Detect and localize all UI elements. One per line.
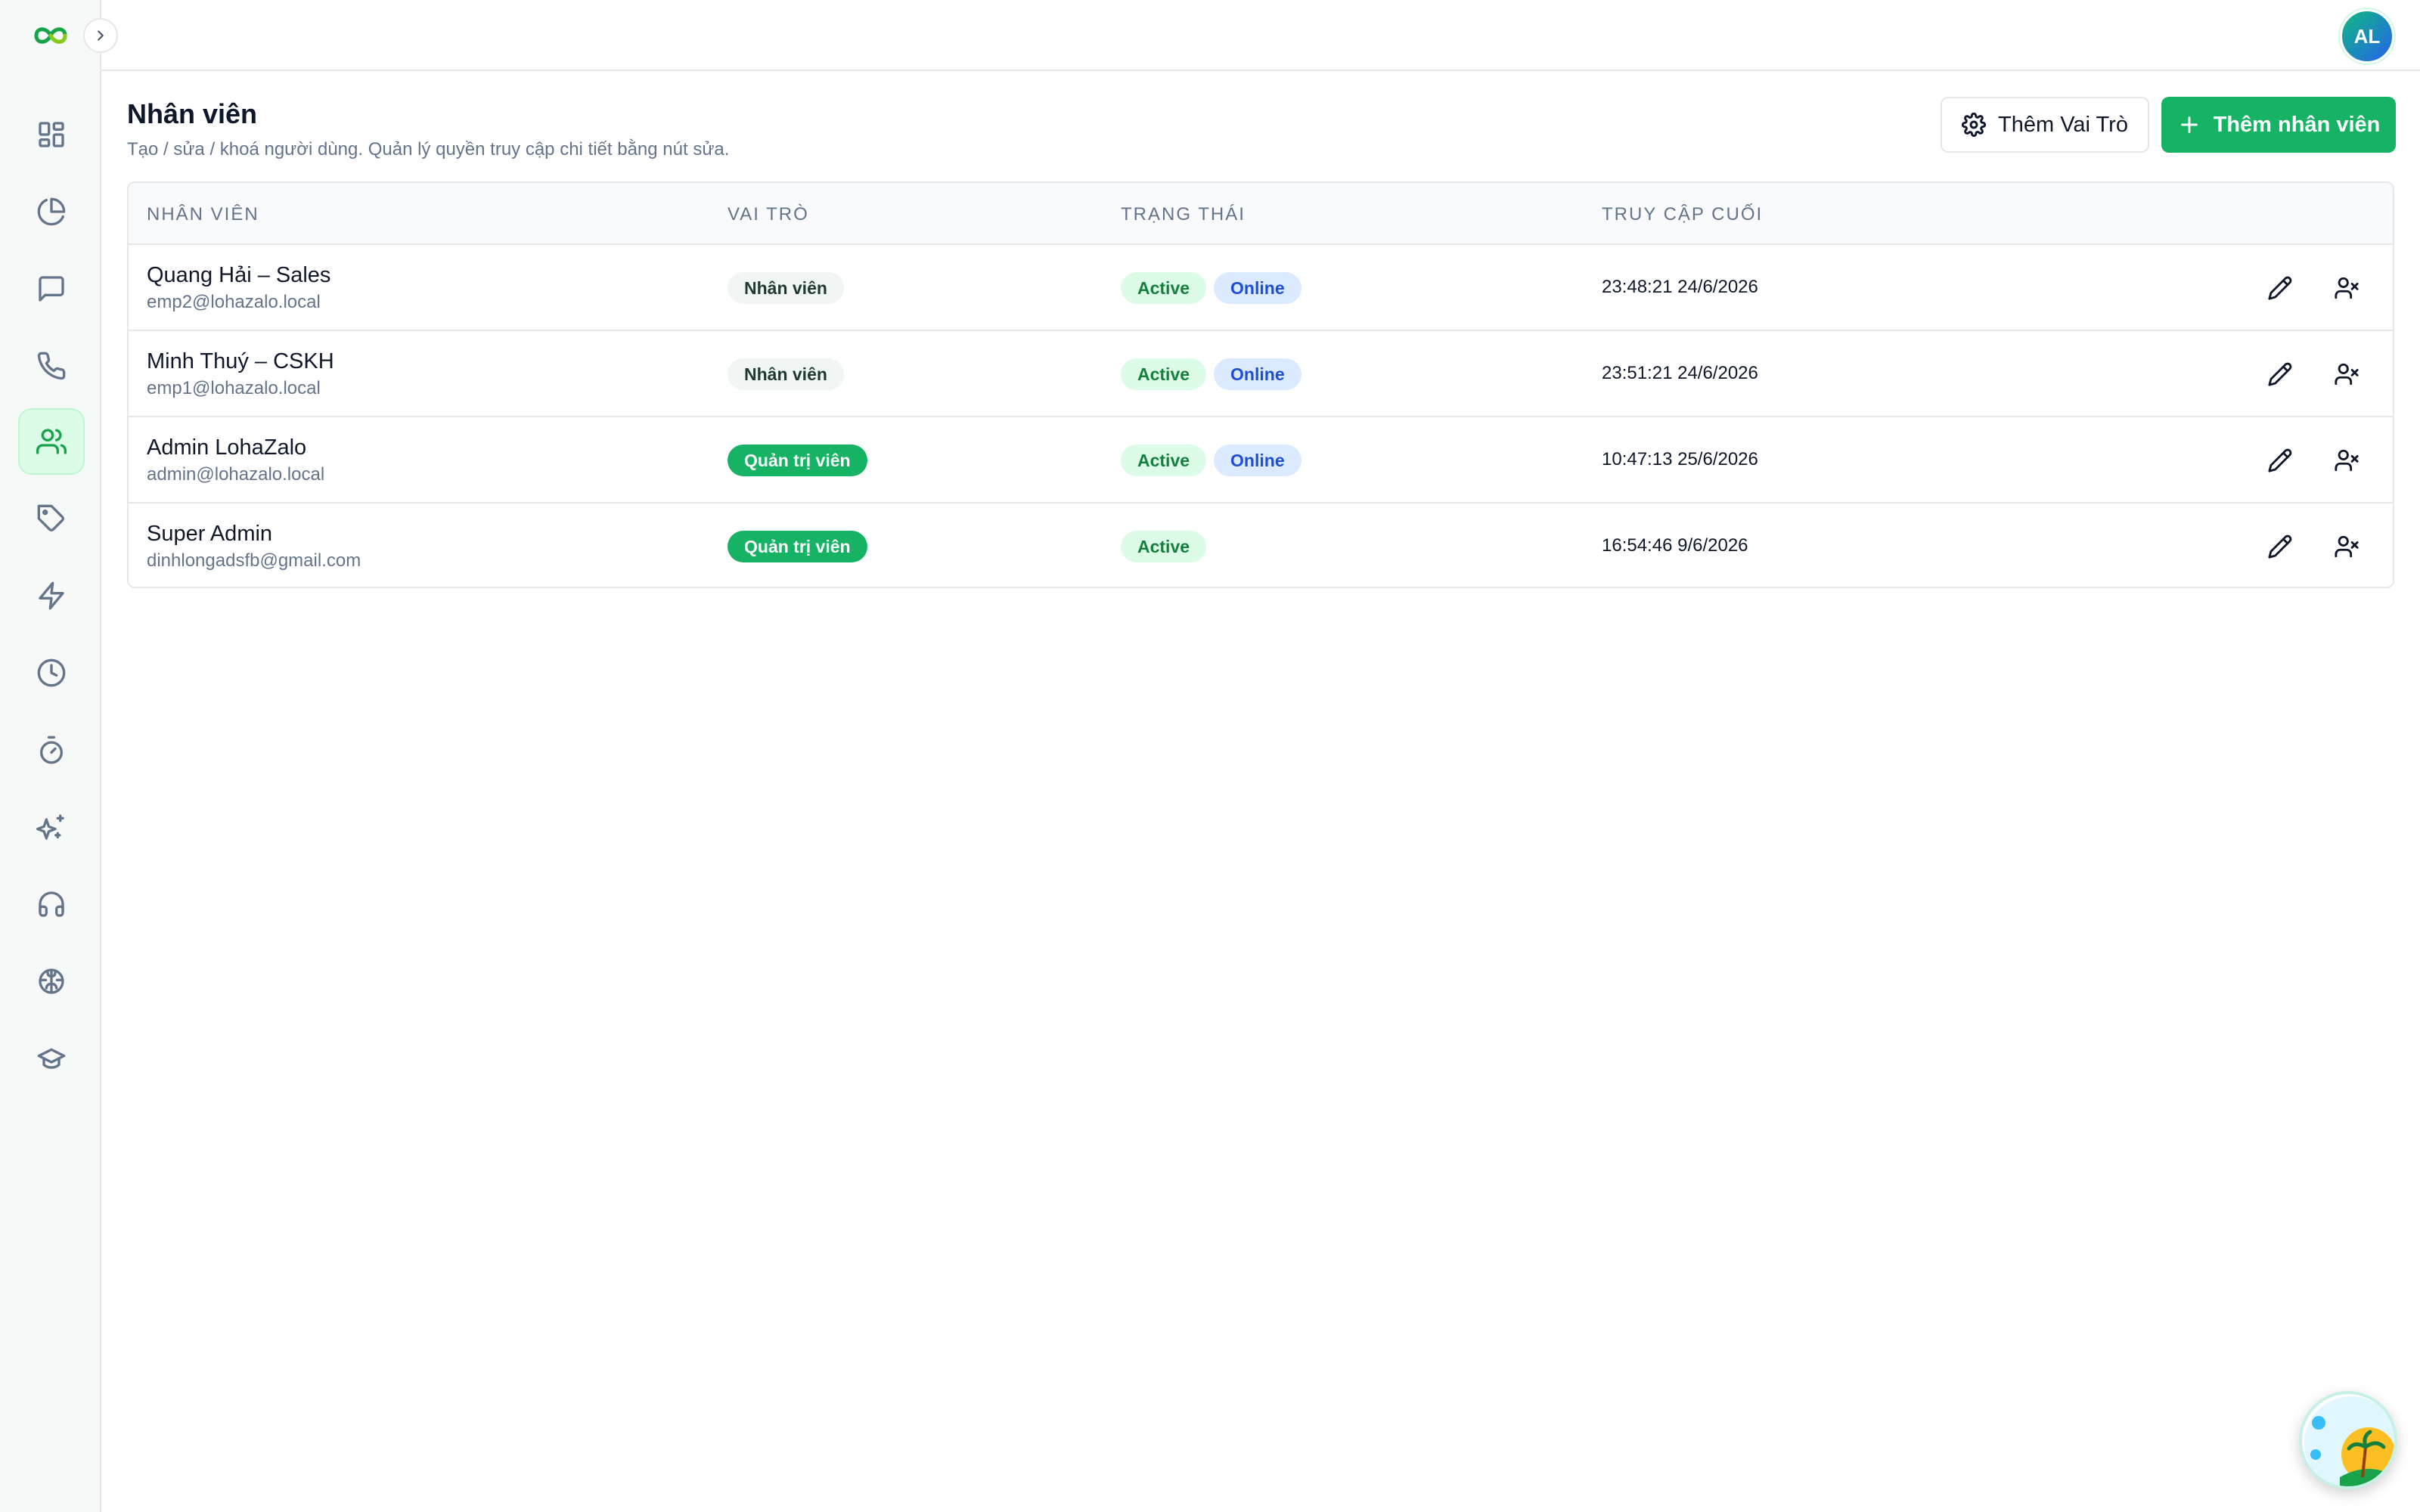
edit-button[interactable] xyxy=(2261,528,2299,565)
disable-user-button[interactable] xyxy=(2328,528,2366,565)
sidebar-item-ai[interactable] xyxy=(18,794,85,860)
top-bar: AL xyxy=(0,0,2420,71)
last-access-time: 23:48:21 24/6/2026 xyxy=(1602,277,1758,297)
table-header: NHÂN VIÊN VAI TRÒ TRẠNG THÁI TRUY CẬP CU… xyxy=(129,183,2393,245)
timer-icon xyxy=(40,736,63,764)
employee-email: emp1@lohazalo.local xyxy=(147,378,321,398)
status-badge: Active xyxy=(1121,358,1207,390)
clock-icon xyxy=(37,658,66,687)
column-header-status: TRẠNG THÁI xyxy=(1121,204,1246,225)
gear-icon xyxy=(1962,113,1987,137)
role-badge: Quản trị viên xyxy=(728,531,867,562)
brain-icon xyxy=(39,968,64,994)
table-row: Minh Thuý – CSKH emp1@lohazalo.local Nhâ… xyxy=(129,331,2393,417)
presence-badge: Online xyxy=(1214,272,1302,304)
chevron-right-icon xyxy=(98,30,104,41)
zap-icon xyxy=(39,581,64,610)
chat-icon xyxy=(39,276,64,302)
edit-button[interactable] xyxy=(2261,442,2299,479)
table-row: Quang Hải – Sales emp2@lohazalo.local Nh… xyxy=(129,245,2393,331)
role-badge: Nhân viên xyxy=(728,272,844,304)
disable-user-button[interactable] xyxy=(2328,355,2366,393)
column-header-role: VAI TRÒ xyxy=(728,204,809,225)
assistant-widget-button[interactable] xyxy=(2299,1391,2397,1489)
user-x-icon xyxy=(2335,363,2359,386)
page-title: Nhân viên xyxy=(127,98,258,129)
status-badge: Active xyxy=(1121,272,1207,304)
pie-chart-icon xyxy=(37,197,66,226)
dashboard-icon xyxy=(39,122,64,147)
edit-button[interactable] xyxy=(2261,269,2299,307)
sidebar-toggle-button[interactable] xyxy=(83,18,118,53)
pencil-icon xyxy=(2268,276,2292,300)
sidebar-item-training[interactable] xyxy=(18,1025,85,1092)
sidebar-item-support[interactable] xyxy=(18,871,85,937)
beach-scene-icon xyxy=(2304,1396,2394,1486)
graduation-cap-icon xyxy=(37,1048,66,1069)
column-header-last-access: TRUY CẬP CUỐI xyxy=(1602,204,1764,225)
employee-email: emp2@lohazalo.local xyxy=(147,292,321,312)
headphones-icon xyxy=(39,891,64,917)
page-subtitle: Tạo / sửa / khoá người dùng. Quản lý quy… xyxy=(127,139,730,160)
disable-user-button[interactable] xyxy=(2328,442,2366,479)
user-x-icon xyxy=(2335,277,2359,299)
tag-icon xyxy=(37,504,64,531)
sidebar-item-reports[interactable] xyxy=(18,178,85,245)
sparkles-icon xyxy=(36,814,64,840)
add-employee-button[interactable]: Thêm nhân viên xyxy=(2161,97,2396,153)
last-access-time: 16:54:46 9/6/2026 xyxy=(1602,535,1748,556)
edit-button[interactable] xyxy=(2261,355,2299,393)
sidebar xyxy=(0,71,101,1512)
sidebar-item-employees[interactable] xyxy=(18,408,85,475)
role-badge: Quản trị viên xyxy=(728,445,867,476)
status-badge: Active xyxy=(1121,531,1207,562)
sidebar-item-knowledge[interactable] xyxy=(18,948,85,1015)
users-icon xyxy=(36,429,67,454)
employee-name: Quang Hải – Sales xyxy=(147,263,331,287)
employees-table: NHÂN VIÊN VAI TRÒ TRẠNG THÁI TRUY CẬP CU… xyxy=(127,181,2394,588)
plus-icon xyxy=(2180,116,2198,133)
user-x-icon xyxy=(2335,449,2359,472)
infinity-logo-icon[interactable] xyxy=(30,21,71,50)
pencil-icon xyxy=(2268,534,2292,559)
status-badges: Active xyxy=(1121,531,1207,562)
pencil-icon xyxy=(2268,448,2292,472)
user-avatar[interactable]: AL xyxy=(2340,9,2394,64)
column-header-employee: NHÂN VIÊN xyxy=(147,204,259,225)
sidebar-item-tags[interactable] xyxy=(18,485,85,552)
phone-icon xyxy=(37,352,66,380)
sidebar-item-dashboard[interactable] xyxy=(18,101,85,168)
last-access-time: 10:47:13 25/6/2026 xyxy=(1602,449,1758,469)
sidebar-item-timer[interactable] xyxy=(18,717,85,783)
employee-name: Admin LohaZalo xyxy=(147,435,307,460)
sidebar-item-calls[interactable] xyxy=(18,333,85,399)
sidebar-item-chat[interactable] xyxy=(18,256,85,322)
status-badge: Active xyxy=(1121,445,1207,476)
app-root: AL Nhân viên Tạo / sửa / khoá người dùng… xyxy=(0,0,2420,1512)
add-role-button[interactable]: Thêm Vai Trò xyxy=(1941,97,2149,153)
table-row: Super Admin dinhlongadsfb@gmail.com Quản… xyxy=(129,503,2393,587)
status-badges: Active Online xyxy=(1121,358,1302,390)
role-badge: Nhân viên xyxy=(728,358,844,390)
presence-badge: Online xyxy=(1214,358,1302,390)
sidebar-item-automation[interactable] xyxy=(18,562,85,629)
add-role-label: Thêm Vai Trò xyxy=(1998,112,2128,137)
table-row: Admin LohaZalo admin@lohazalo.local Quản… xyxy=(129,417,2393,503)
status-badges: Active Online xyxy=(1121,272,1302,304)
presence-badge: Online xyxy=(1214,445,1302,476)
employee-name: Super Admin xyxy=(147,522,273,546)
pencil-icon xyxy=(2268,362,2292,386)
user-x-icon xyxy=(2335,535,2359,558)
add-employee-label: Thêm nhân viên xyxy=(2213,112,2381,137)
employee-email: admin@lohazalo.local xyxy=(147,464,325,485)
employee-email: dinhlongadsfb@gmail.com xyxy=(147,550,361,571)
last-access-time: 23:51:21 24/6/2026 xyxy=(1602,363,1758,383)
sidebar-item-history[interactable] xyxy=(18,640,85,706)
employee-name: Minh Thuý – CSKH xyxy=(147,349,334,373)
disable-user-button[interactable] xyxy=(2328,269,2366,307)
status-badges: Active Online xyxy=(1121,445,1302,476)
